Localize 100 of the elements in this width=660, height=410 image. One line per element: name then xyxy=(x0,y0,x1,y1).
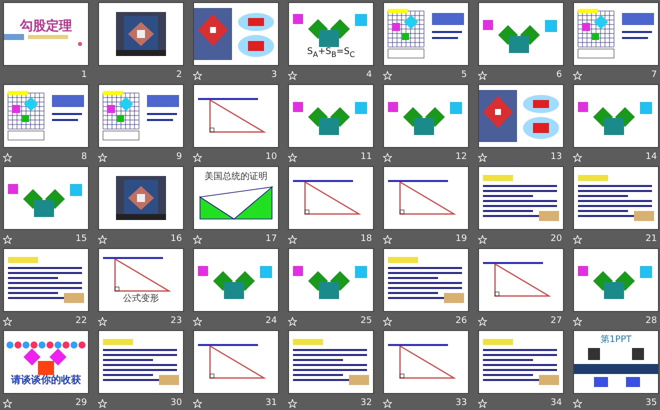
star-icon[interactable] xyxy=(383,234,392,244)
star-icon[interactable] xyxy=(193,398,202,408)
slide-thumbnail[interactable] xyxy=(98,84,184,148)
slide-title: 公式变形 xyxy=(123,295,159,305)
slide-thumbnail[interactable] xyxy=(573,248,659,312)
slide-number: 25 xyxy=(360,316,372,326)
star-icon[interactable] xyxy=(98,152,107,162)
slide-thumbnail[interactable] xyxy=(383,84,469,148)
slide-number: 11 xyxy=(360,152,372,162)
slide-thumbnail[interactable] xyxy=(383,248,469,312)
slide-thumbnail[interactable] xyxy=(288,248,374,312)
star-icon[interactable] xyxy=(3,152,12,162)
slide-number: 5 xyxy=(461,70,467,80)
star-icon[interactable] xyxy=(193,234,202,244)
star-icon[interactable] xyxy=(288,234,297,244)
slide-number: 14 xyxy=(646,152,657,162)
slide-number: 19 xyxy=(456,234,467,244)
star-icon[interactable] xyxy=(98,234,107,244)
slide-thumbnail[interactable] xyxy=(478,330,564,394)
slide-thumbnail[interactable] xyxy=(288,166,374,230)
star-icon[interactable] xyxy=(573,316,582,326)
star-icon[interactable] xyxy=(193,152,202,162)
slide-number: 33 xyxy=(456,398,467,408)
slide-thumbnail[interactable] xyxy=(193,248,279,312)
star-icon[interactable] xyxy=(383,152,392,162)
slide-number: 22 xyxy=(76,316,87,326)
slide-thumbnail[interactable]: 公式变形 xyxy=(98,248,184,312)
slide-number: 26 xyxy=(456,316,467,326)
slide-thumbnail[interactable]: 勾股定理 xyxy=(3,2,89,66)
slide-number: 27 xyxy=(550,316,562,326)
slide-number: 20 xyxy=(550,234,562,244)
slide-thumbnail[interactable] xyxy=(478,84,564,148)
slide-number: 12 xyxy=(456,152,467,162)
slide-thumbnail[interactable] xyxy=(573,84,659,148)
slide-thumbnail[interactable] xyxy=(98,166,184,230)
slide-thumbnail[interactable] xyxy=(288,330,374,394)
star-icon[interactable] xyxy=(288,70,297,80)
slide-number: 24 xyxy=(266,316,277,326)
slide-thumbnail[interactable] xyxy=(3,166,89,230)
slide-thumbnail[interactable]: 美国总统的证明 xyxy=(193,166,279,230)
slide-thumbnail[interactable] xyxy=(98,2,184,66)
slide-thumbnail[interactable]: S$_{A}$+S$_{B}$=S$_{C}$ xyxy=(288,2,374,66)
star-icon[interactable] xyxy=(193,70,202,80)
star-icon[interactable] xyxy=(383,70,392,80)
slide-thumbnail[interactable] xyxy=(478,248,564,312)
star-icon[interactable] xyxy=(288,316,297,326)
slide-title: 请谈谈你的收获 xyxy=(11,374,81,386)
slide-number: 35 xyxy=(646,398,657,408)
slide-thumbnail[interactable] xyxy=(193,2,279,66)
slide-number: 29 xyxy=(76,398,87,408)
slide-number: 23 xyxy=(170,316,182,326)
slide-thumbnail[interactable] xyxy=(3,84,89,148)
star-icon[interactable] xyxy=(573,70,582,80)
star-icon[interactable] xyxy=(383,316,392,326)
slide-number: 9 xyxy=(176,152,182,162)
slide-title: 勾股定理 xyxy=(20,20,72,34)
slide-thumbnail[interactable] xyxy=(193,330,279,394)
slide-thumbnail[interactable] xyxy=(573,166,659,230)
star-icon[interactable] xyxy=(3,316,12,326)
slide-number: 17 xyxy=(266,234,277,244)
slide-number: 34 xyxy=(550,398,562,408)
star-icon[interactable] xyxy=(3,398,12,408)
star-icon[interactable] xyxy=(3,234,12,244)
slide-title: S$_{A}$+S$_{B}$=S$_{C}$ xyxy=(307,48,355,60)
star-icon[interactable] xyxy=(288,398,297,408)
slide-thumbnail[interactable] xyxy=(288,84,374,148)
star-icon[interactable] xyxy=(478,316,487,326)
slide-number: 16 xyxy=(170,234,182,244)
slide-thumbnail[interactable]: 请谈谈你的收获 xyxy=(3,330,89,394)
slide-thumbnail[interactable] xyxy=(478,166,564,230)
star-icon[interactable] xyxy=(478,234,487,244)
star-icon[interactable] xyxy=(478,152,487,162)
slide-number: 28 xyxy=(646,316,657,326)
star-icon[interactable] xyxy=(98,398,107,408)
slide-number: 4 xyxy=(366,70,372,80)
slide-number: 8 xyxy=(81,152,87,162)
star-icon[interactable] xyxy=(98,316,107,326)
star-icon[interactable] xyxy=(383,398,392,408)
slide-thumbnail[interactable] xyxy=(3,248,89,312)
slide-number: 1 xyxy=(81,70,87,80)
star-icon[interactable] xyxy=(573,398,582,408)
slide-number: 3 xyxy=(271,70,277,80)
star-icon[interactable] xyxy=(573,152,582,162)
slide-thumbnail[interactable] xyxy=(98,330,184,394)
slide-number: 15 xyxy=(76,234,87,244)
slide-thumbnail[interactable] xyxy=(478,2,564,66)
slide-number: 7 xyxy=(651,70,657,80)
star-icon[interactable] xyxy=(288,152,297,162)
slide-thumbnail[interactable] xyxy=(383,330,469,394)
slide-thumbnail[interactable] xyxy=(383,2,469,66)
slide-thumbnail[interactable] xyxy=(383,166,469,230)
star-icon[interactable] xyxy=(478,70,487,80)
star-icon[interactable] xyxy=(193,316,202,326)
star-icon[interactable] xyxy=(478,398,487,408)
slide-thumbnail[interactable] xyxy=(193,84,279,148)
slide-number: 30 xyxy=(170,398,182,408)
slide-thumbnail[interactable]: 第1PPT xyxy=(573,330,659,394)
slide-number: 31 xyxy=(266,398,277,408)
slide-thumbnail[interactable] xyxy=(573,2,659,66)
star-icon[interactable] xyxy=(573,234,582,244)
